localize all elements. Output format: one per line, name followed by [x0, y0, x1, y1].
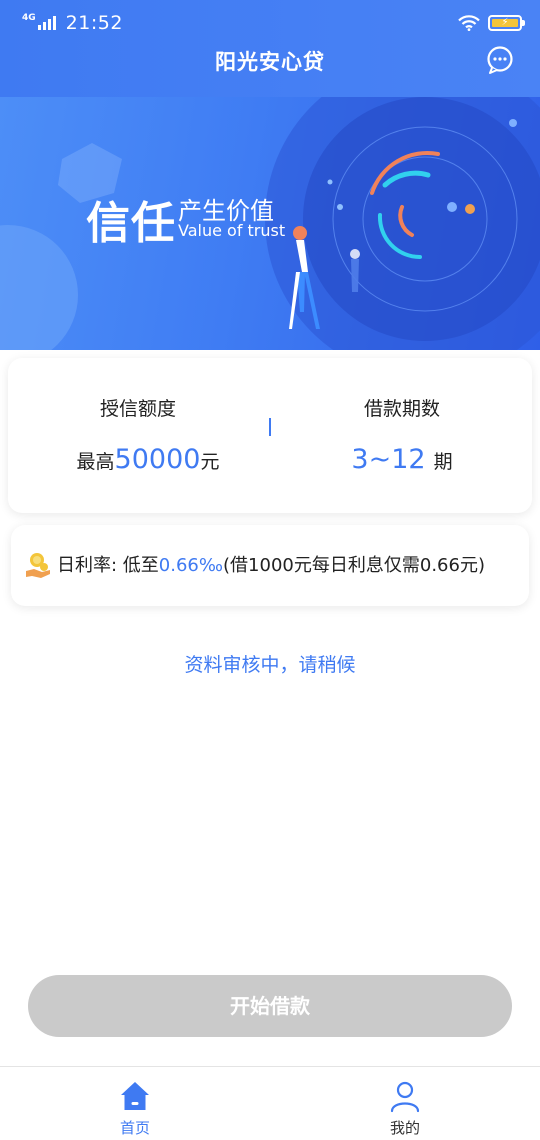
loan-term-range: 3~12 — [351, 444, 426, 475]
credit-limit-unit: 元 — [200, 451, 220, 473]
battery-icon: ⚡ — [488, 15, 525, 31]
banner-english-text: Value of trust — [178, 221, 286, 240]
user-icon — [390, 1081, 420, 1113]
network-type: 4G — [22, 13, 36, 23]
page-title: 阳光安心贷 — [215, 50, 325, 74]
loan-term-title: 借款期数 — [363, 398, 440, 420]
daily-rate-text: 日利率: 低至0.66‰(借1000元每日利息仅需0.66元) — [57, 551, 485, 577]
credit-limit-prefix: 最高 — [76, 451, 115, 473]
review-status-text: 资料审核中，请稍候 — [184, 654, 356, 676]
signal-icon — [37, 16, 56, 30]
promo-banner[interactable]: 信任 产生价值 Value of trust — [0, 97, 540, 350]
tab-me-label: 我的 — [389, 1119, 420, 1137]
tab-home-label: 首页 — [119, 1119, 150, 1137]
daily-rate-card: 日利率: 低至0.66‰(借1000元每日利息仅需0.66元) — [11, 525, 529, 606]
loan-term-unit: 期 — [433, 451, 453, 473]
bottom-tabbar: 首页 我的 — [0, 1066, 540, 1140]
column-divider — [269, 418, 271, 436]
daily-rate-note: (借1000元每日利息仅需0.66元) — [223, 555, 485, 576]
message-icon[interactable] — [486, 46, 514, 74]
daily-rate-label: 日利率: 低至 — [57, 555, 159, 576]
credit-limit-amount: 50000 — [114, 444, 201, 475]
credit-limit-title: 授信额度 — [99, 398, 176, 420]
status-time: 21:52 — [65, 12, 123, 34]
banner-headline: 信任 — [86, 198, 176, 249]
wifi-icon — [458, 15, 480, 31]
tab-home[interactable]: 首页 — [75, 1079, 195, 1138]
app-header: 4G 21:52 ⚡ 阳光安心贷 — [0, 0, 540, 97]
start-loan-button[interactable]: 开始借款 — [28, 975, 512, 1037]
home-icon — [121, 1082, 149, 1110]
credit-summary-card: 授信额度 借款期数 最高50000元 3~12 期 — [8, 358, 532, 513]
tab-me[interactable]: 我的 — [345, 1079, 465, 1138]
credit-limit-value: 最高50000元 — [38, 444, 258, 475]
loan-term-value: 3~12 期 — [302, 444, 502, 475]
coin-hand-icon — [26, 553, 50, 578]
status-bar: 4G 21:52 ⚡ — [22, 10, 525, 36]
daily-rate-value: 0.66‰ — [158, 555, 224, 576]
